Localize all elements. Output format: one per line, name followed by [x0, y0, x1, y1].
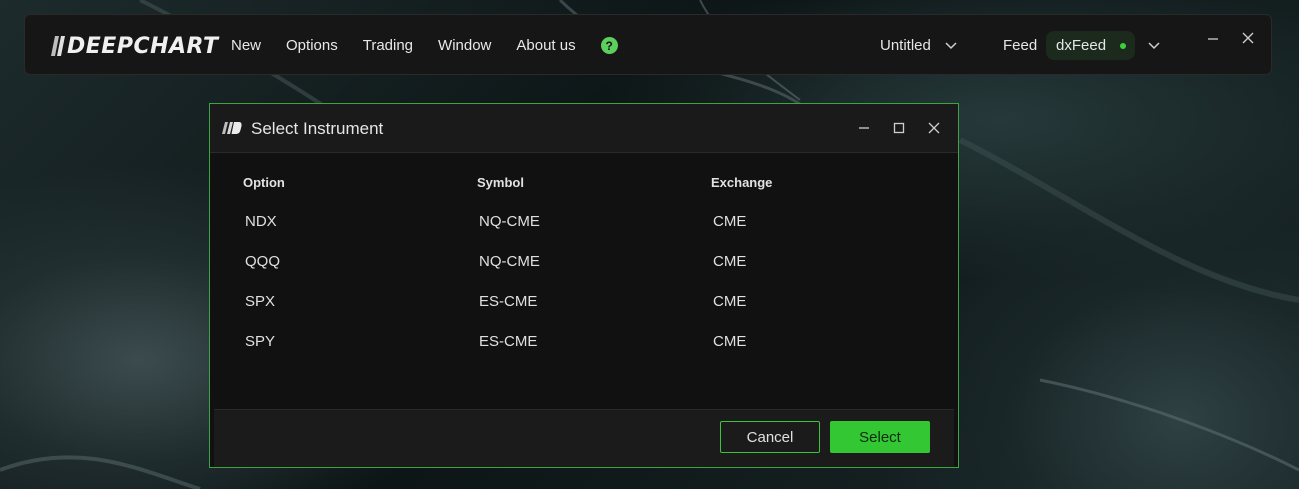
close-icon[interactable] — [1242, 32, 1254, 44]
dialog-minimize-icon[interactable] — [858, 122, 870, 134]
logo-mark-icon — [51, 36, 65, 56]
menu-trading[interactable]: Trading — [363, 37, 413, 54]
workspace-label: Untitled — [880, 37, 931, 54]
logo-text: DEEPCHART — [67, 33, 219, 59]
feed-status-dot — [1120, 42, 1127, 49]
help-icon[interactable]: ? — [600, 37, 618, 54]
top-navigation-bar: DEEPCHART New Options Trading Window Abo… — [24, 14, 1272, 75]
cell-option: QQQ — [245, 253, 281, 270]
menu-about-us[interactable]: About us — [516, 37, 575, 54]
minimize-icon[interactable] — [1207, 33, 1219, 45]
dialog-close-icon[interactable] — [928, 122, 940, 134]
menu-options[interactable]: Options — [286, 37, 338, 54]
cell-symbol: ES-CME — [479, 293, 538, 310]
menu-new[interactable]: New — [231, 37, 261, 54]
feed-chevron-down-icon[interactable] — [1148, 42, 1160, 50]
app-logo-icon — [222, 122, 242, 134]
column-header-symbol[interactable]: Symbol — [477, 175, 524, 190]
cell-exchange: CME — [713, 333, 747, 350]
cell-symbol: ES-CME — [479, 333, 538, 350]
workspace-selector[interactable]: Untitled — [880, 15, 957, 76]
cell-exchange: CME — [713, 213, 747, 230]
column-header-exchange[interactable]: Exchange — [711, 175, 772, 190]
select-instrument-dialog: Select Instrument Option Symbol Exchange… — [209, 103, 959, 468]
chevron-down-icon — [945, 41, 957, 49]
dialog-header: Select Instrument — [210, 104, 958, 153]
deepchart-logo[interactable]: DEEPCHART — [51, 32, 219, 60]
feed-name: dxFeed — [1056, 37, 1107, 54]
cell-symbol: NQ-CME — [479, 253, 540, 270]
cell-option: NDX — [245, 213, 277, 230]
select-button[interactable]: Select — [830, 421, 930, 453]
feed-label: Feed — [1003, 37, 1038, 54]
cell-option: SPX — [245, 293, 276, 310]
menu-window[interactable]: Window — [438, 37, 491, 54]
cell-exchange: CME — [713, 253, 747, 270]
cell-exchange: CME — [713, 293, 747, 310]
cell-option: SPY — [245, 333, 276, 350]
main-menu: New Options Trading Window About us ? — [231, 15, 618, 76]
cancel-button[interactable]: Cancel — [720, 421, 820, 453]
column-header-option[interactable]: Option — [243, 175, 285, 190]
dialog-maximize-icon[interactable] — [893, 122, 905, 134]
dialog-title: Select Instrument — [251, 119, 384, 138]
feed-selector[interactable]: dxFeed — [1046, 31, 1135, 60]
dialog-footer: Cancel Select — [214, 409, 954, 467]
cell-symbol: NQ-CME — [479, 213, 540, 230]
